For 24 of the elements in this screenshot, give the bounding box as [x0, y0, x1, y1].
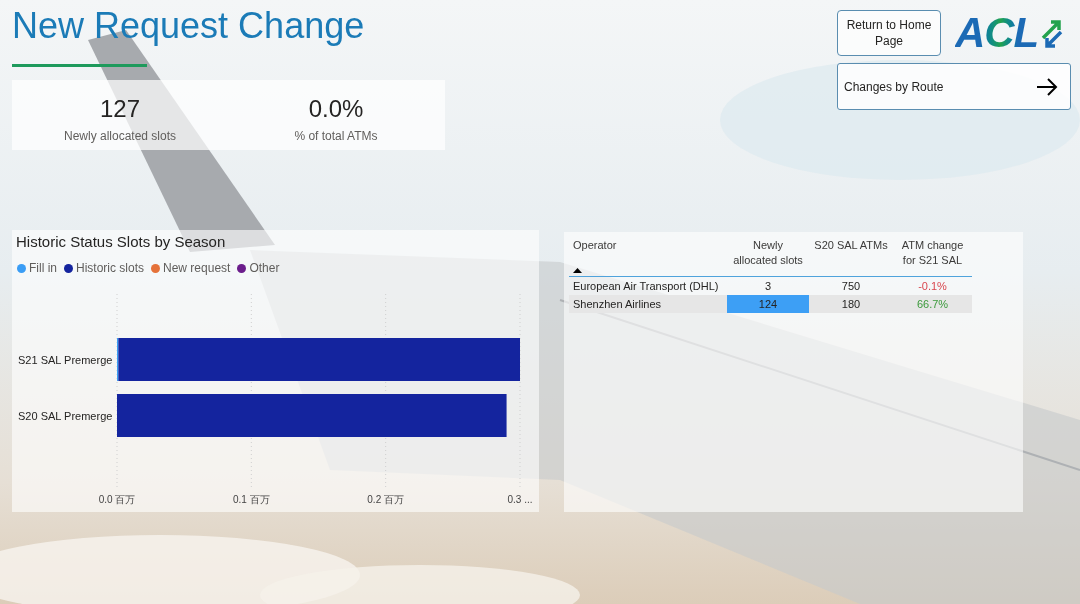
kpi-label: Newly allocated slots	[63, 128, 177, 144]
legend-label: New request	[163, 260, 231, 276]
category-label: S20 SAL Premerge	[18, 410, 113, 422]
kpi-value: 0.0%	[308, 95, 364, 123]
kpi-label: % of total ATMs	[294, 128, 378, 144]
table-cell: 180	[809, 295, 893, 313]
table-cell-text: European Air Transport (DHL)	[572, 279, 720, 294]
tick-label: 0.2 百万	[367, 494, 404, 505]
table-cell: 66.7%	[893, 295, 972, 313]
legend-label: Historic slots	[76, 260, 145, 276]
kpi-value: 127	[99, 95, 140, 123]
table-cell-text: 750	[840, 279, 862, 294]
category-label: S21 SAL Premerge	[18, 354, 113, 366]
tick-label: 0.3 ...	[507, 494, 533, 505]
table-cell-text: 3	[763, 279, 773, 294]
page-title: New Request Change	[12, 4, 365, 47]
legend-label: Fill in	[29, 260, 57, 276]
legend-label: Other	[249, 260, 280, 276]
tick-label: 0.1 百万	[233, 494, 270, 505]
tick-label: 0.0 百万	[98, 494, 136, 505]
table-cell: Shenzhen Airlines	[569, 295, 727, 313]
table-cell: 124	[727, 295, 809, 313]
table-cell-text: -0.1%	[917, 279, 948, 294]
chart-title: Historic Status Slots by Season	[15, 232, 226, 252]
